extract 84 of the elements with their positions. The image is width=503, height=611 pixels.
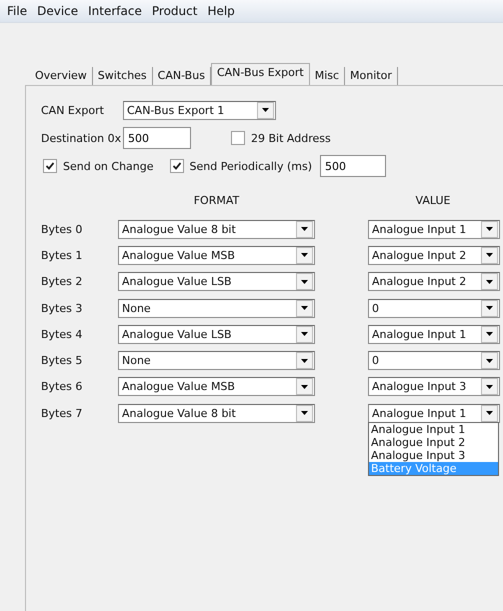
caret-icon (301, 227, 308, 232)
caret-icon (486, 227, 493, 232)
dropdown-arrow-button[interactable] (481, 326, 498, 343)
tab[interactable]: Misc (310, 67, 346, 85)
dropdown-arrow-button[interactable] (481, 246, 498, 264)
caret-icon (301, 280, 308, 284)
value-dropdown[interactable]: Analogue Input 3 (368, 377, 500, 396)
caret-icon (486, 306, 493, 310)
row-label: Bytes 1 (41, 248, 84, 262)
dropdown-arrow-button[interactable] (296, 404, 313, 422)
value-dropdown[interactable]: Analogue Input 2 (368, 272, 500, 292)
dropdown-option[interactable]: Analogue Input 1 (369, 422, 498, 436)
format-dropdown[interactable]: Analogue Value LSB (118, 272, 315, 292)
caret-icon (301, 306, 308, 310)
value-dropdown[interactable]: 0 (368, 351, 500, 370)
period-field[interactable]: 500 (320, 155, 386, 177)
caret-icon (486, 358, 493, 363)
format-dropdown[interactable]: None (118, 298, 315, 318)
caret-icon (486, 332, 493, 336)
format-dropdown[interactable]: Analogue Value 8 bit (118, 220, 315, 239)
dropdown-arrow-button[interactable] (481, 404, 498, 422)
value-dropdown[interactable]: 0 (368, 298, 500, 318)
format-dropdown[interactable]: Analogue Value MSB (118, 377, 315, 396)
dropdown-arrow-button[interactable] (481, 352, 498, 370)
checkbox[interactable] (170, 159, 184, 173)
checkbox-label: Send Periodically (ms) (190, 160, 312, 172)
caret-icon (486, 384, 493, 389)
caret-icon (301, 384, 308, 389)
dropdown-arrow-button[interactable] (257, 102, 274, 118)
field-label: CAN Export (41, 104, 105, 116)
checkbox-label: Send on Change (63, 160, 154, 172)
dropdown-arrow-button[interactable] (296, 326, 313, 343)
format-dropdown[interactable]: None (118, 351, 315, 370)
caret-icon (301, 411, 308, 416)
dropdown-arrow-button[interactable] (296, 378, 313, 396)
dropdown-arrow-button[interactable] (296, 300, 313, 317)
checkbox[interactable] (231, 131, 245, 145)
value-dropdown[interactable]: Analogue Input 1 (368, 404, 500, 423)
format-dropdown[interactable]: Analogue Value LSB (118, 324, 315, 344)
dropdown-arrow-button[interactable] (296, 352, 313, 370)
caret-icon (486, 280, 493, 284)
caret-icon (486, 253, 493, 258)
destination-field[interactable]: 500 (123, 127, 191, 149)
dropdown-arrow-button[interactable] (296, 220, 313, 238)
row-label: Bytes 3 (41, 302, 84, 315)
caret-icon (486, 411, 493, 416)
field-label: Destination 0x (41, 132, 122, 144)
tab[interactable]: Overview (30, 67, 93, 85)
caret-icon (301, 253, 308, 258)
dropdown-arrow-button[interactable] (481, 273, 498, 290)
dropdown-arrow-button[interactable] (296, 246, 313, 264)
dropdown-option[interactable]: Analogue Input 2 (369, 436, 498, 449)
row-label: Bytes 6 (41, 380, 84, 394)
row-label: Bytes 4 (41, 328, 84, 341)
format-dropdown[interactable]: Analogue Value MSB (118, 246, 315, 265)
column-header: VALUE (414, 194, 452, 206)
checkbox-label: 29 Bit Address (251, 132, 331, 144)
row-label: Bytes 5 (41, 354, 84, 368)
value-dropdown[interactable]: Analogue Input 1 (368, 324, 500, 344)
menu-item[interactable]: Interface (83, 4, 147, 18)
export-dropdown[interactable]: CAN-Bus Export 1 (123, 100, 276, 120)
dropdown-arrow-button[interactable] (481, 378, 498, 396)
tab[interactable]: Switches (92, 67, 153, 85)
dropdown-arrow-button[interactable] (481, 220, 498, 238)
dropdown-option[interactable]: Analogue Input 3 (369, 448, 498, 462)
row-label: Bytes 2 (41, 275, 84, 288)
tab[interactable]: Monitor (345, 67, 398, 85)
checkbox[interactable] (43, 159, 57, 173)
tab[interactable]: CAN-Bus Export (210, 63, 310, 86)
caret-icon (301, 358, 308, 363)
dropdown-arrow-button[interactable] (296, 273, 313, 290)
row-label: Bytes 0 (41, 222, 84, 236)
dropdown-arrow-button[interactable] (481, 300, 498, 317)
menu-item[interactable]: File (2, 4, 32, 18)
value-dropdown[interactable]: Analogue Input 2 (368, 246, 500, 265)
caret-icon (301, 332, 308, 336)
column-header: FORMAT (192, 194, 240, 206)
menu-item[interactable]: Help (202, 4, 240, 18)
row-label: Bytes 7 (41, 406, 84, 420)
format-dropdown[interactable]: Analogue Value 8 bit (118, 404, 315, 423)
caret-icon (262, 108, 269, 112)
menu-item[interactable]: Product (146, 4, 202, 18)
menu-item[interactable]: Device (32, 4, 84, 18)
value-dropdown[interactable]: Analogue Input 1 (368, 220, 500, 239)
